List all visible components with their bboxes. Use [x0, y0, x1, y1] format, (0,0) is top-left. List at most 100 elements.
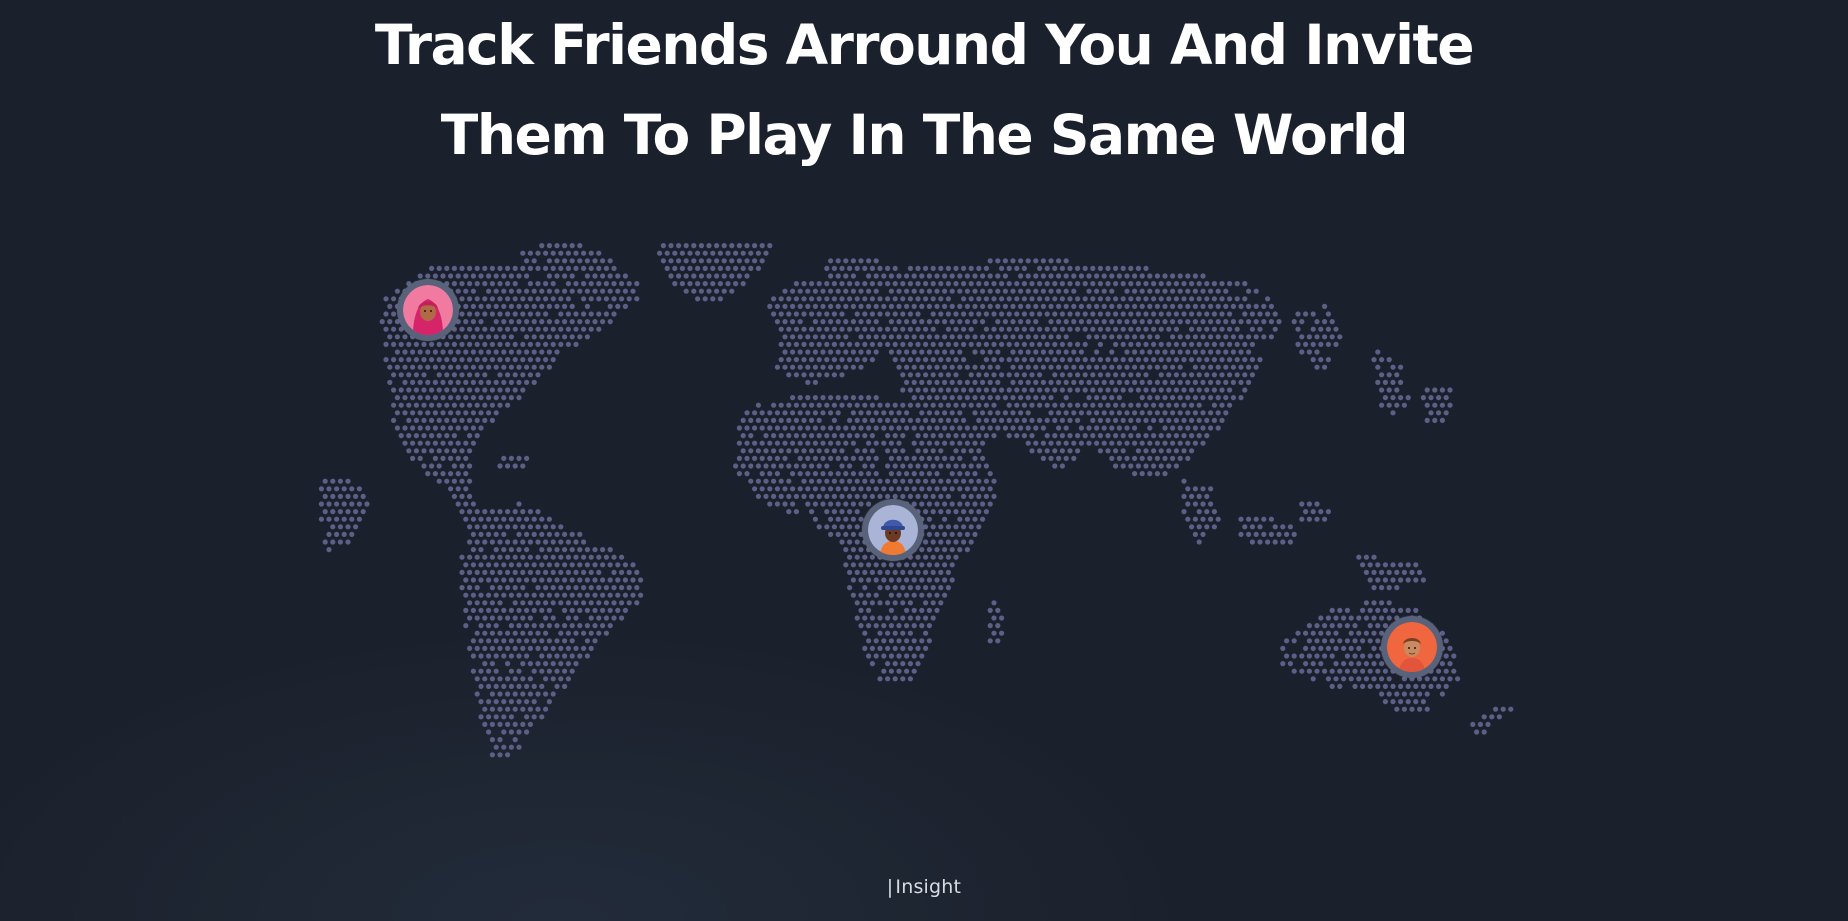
map-dot: [1204, 433, 1210, 439]
map-dot: [847, 478, 853, 484]
map-dot: [752, 425, 758, 431]
map-dot: [1333, 326, 1339, 332]
map-dot: [1170, 288, 1176, 294]
map-dot: [486, 288, 492, 294]
map-dot: [1189, 296, 1195, 302]
map-dot: [455, 471, 461, 477]
map-dot: [558, 600, 564, 606]
map-dot: [467, 448, 473, 454]
map-dot: [1124, 334, 1130, 340]
map-dot: [1048, 379, 1054, 385]
map-dot: [862, 281, 868, 287]
map-dot: [957, 547, 963, 553]
map-dot: [584, 638, 591, 644]
map-dot: [942, 425, 948, 431]
map-dot: [1162, 303, 1168, 309]
map-dot: [877, 630, 883, 636]
map-dot: [831, 281, 838, 287]
map-dot: [1215, 425, 1221, 431]
map-dot: [596, 265, 602, 271]
map-dot: [1379, 676, 1385, 682]
map-dot: [835, 395, 841, 401]
map-dot: [501, 562, 507, 568]
map-dot: [543, 661, 549, 667]
map-dot: [463, 486, 469, 492]
map-dot: [972, 425, 978, 431]
map-dot: [463, 592, 469, 598]
map-dot: [596, 311, 602, 317]
map-dot: [573, 341, 579, 347]
map-dot: [467, 585, 473, 591]
map-dot: [569, 334, 575, 340]
map-dot: [486, 531, 492, 538]
map-dot: [402, 425, 408, 431]
map-dot: [482, 645, 488, 652]
map-dot: [740, 433, 746, 439]
map-dot: [790, 349, 796, 355]
map-dot: [782, 440, 788, 446]
map-dot: [505, 645, 511, 652]
map-dot: [451, 372, 457, 378]
map-dot: [1375, 364, 1381, 370]
map-dot: [1177, 440, 1183, 446]
map-dot: [1211, 357, 1217, 363]
map-dot: [565, 326, 572, 332]
map-dot: [744, 455, 750, 461]
map-dot: [1390, 410, 1396, 416]
map-dot: [512, 691, 518, 697]
map-dot: [877, 600, 883, 606]
map-dot: [904, 562, 910, 568]
map-dot: [961, 417, 967, 423]
map-dot: [592, 607, 598, 614]
friend-avatar-australia[interactable]: [1381, 616, 1443, 678]
map-dot: [421, 357, 427, 363]
map-dot: [562, 531, 568, 538]
map-dot: [508, 714, 514, 720]
map-dot: [1067, 357, 1073, 363]
map-dot: [543, 630, 549, 636]
map-dot: [486, 395, 492, 401]
map-dot: [1021, 357, 1027, 363]
map-dot: [930, 524, 936, 530]
map-dot: [926, 273, 933, 279]
map-dot: [934, 592, 940, 598]
map-dot: [1242, 372, 1248, 378]
map-dot: [569, 623, 575, 629]
map-dot: [432, 364, 438, 370]
map-dot: [1086, 410, 1092, 416]
map-dot: [1249, 372, 1255, 378]
map-dot: [729, 243, 735, 249]
map-dot: [1097, 372, 1103, 378]
map-dot: [1006, 357, 1012, 363]
map-dot: [1173, 387, 1179, 393]
map-dot: [755, 402, 762, 408]
map-dot: [470, 440, 476, 446]
map-dot: [1268, 319, 1274, 325]
map-dot: [1299, 349, 1305, 355]
map-dot: [512, 357, 518, 363]
map-dot: [497, 752, 503, 758]
map-dot: [387, 319, 393, 325]
map-dot: [508, 683, 514, 690]
map-dot: [1090, 357, 1096, 363]
map-dot: [805, 364, 811, 370]
map-dot: [592, 319, 598, 325]
map-dot: [1189, 311, 1195, 317]
map-dot: [885, 296, 891, 302]
map-dot: [1025, 349, 1031, 355]
map-dot: [1356, 630, 1362, 636]
map-dot: [1219, 357, 1225, 363]
brand-footer[interactable]: | Insight: [0, 876, 1848, 898]
map-dot: [854, 433, 860, 439]
friend-avatar-africa[interactable]: [862, 499, 924, 561]
map-dot: [1135, 296, 1141, 302]
map-dot: [524, 349, 530, 355]
map-dot: [470, 319, 476, 325]
map-dot: [546, 288, 553, 294]
map-dot: [554, 334, 560, 340]
map-dot: [1147, 410, 1153, 416]
map-dot: [923, 645, 929, 652]
friend-avatar-north-america[interactable]: [397, 279, 459, 341]
map-dot: [1120, 387, 1126, 393]
map-dot: [569, 607, 575, 614]
